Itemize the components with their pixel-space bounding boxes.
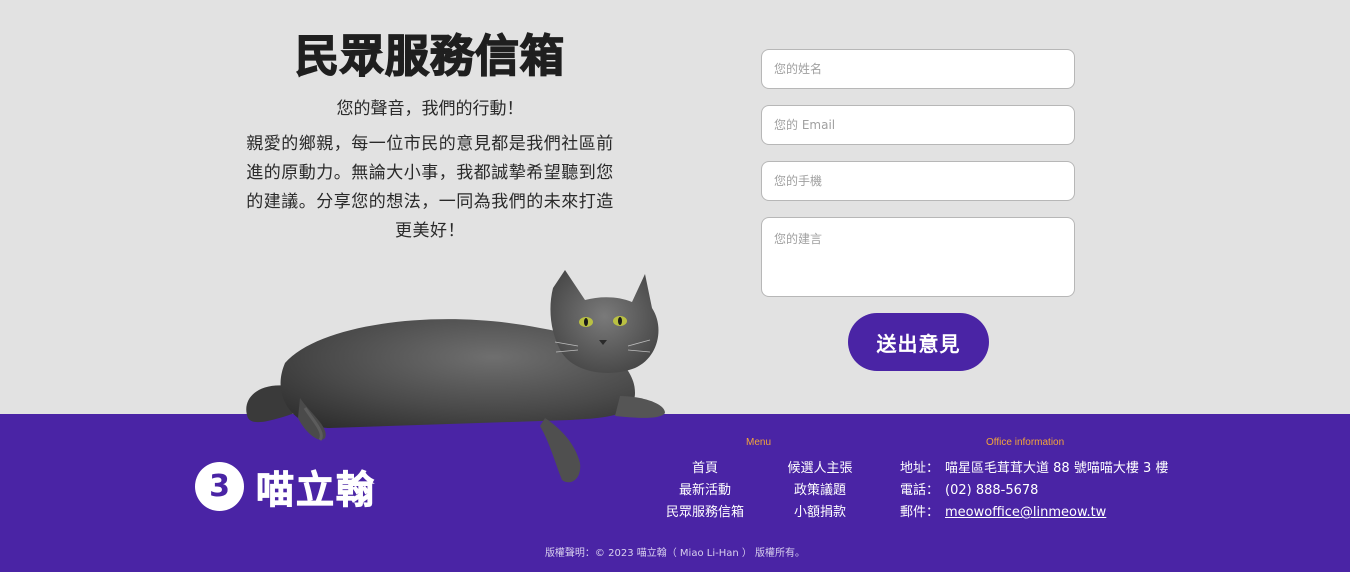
intro-body: 親愛的鄉親，每一位市民的意見都是我們社區前進的原動力。無論大小事，我都誠摯希望聽… [246, 134, 614, 241]
phone-value: (02) 888-5678 [945, 483, 1039, 498]
office-info: 地址： 喵星區毛茸茸大道 88 號喵喵大樓 3 樓 電話： (02) 888-567… [900, 458, 1168, 524]
cat-illustration [246, 270, 665, 483]
intro-block: 民眾服務信箱 您的聲音，我們的行動！ 親愛的鄉親，每一位市民的意見都是我們社區前… [245, 30, 615, 246]
phone-label: 電話： [900, 483, 940, 498]
submit-button[interactable]: 送出意見 [848, 313, 989, 371]
site-footer: 3 喵立翰 Menu 首頁 最新活動 民眾服務信箱 候選人主張 政策議題 小額捐… [0, 414, 1350, 572]
suggestion-field[interactable] [761, 217, 1075, 297]
logo-number-badge: 3 [195, 462, 244, 511]
email-field[interactable] [761, 105, 1075, 145]
menu-item-donation[interactable]: 小額捐款 [770, 502, 870, 524]
name-field[interactable] [761, 49, 1075, 89]
feedback-form: 送出意見 [761, 49, 1075, 371]
menu-heading: Menu [746, 437, 772, 448]
page-title: 民眾服務信箱 [294, 30, 565, 83]
footer-menu-column-2: 候選人主張 政策議題 小額捐款 [770, 458, 870, 524]
footer-menu-column-1: 首頁 最新活動 民眾服務信箱 [655, 458, 755, 524]
office-email: 郵件： meowoffice@linmeow.tw [900, 502, 1168, 524]
address-label: 地址： [900, 461, 940, 476]
email-link[interactable]: meowoffice@linmeow.tw [945, 505, 1106, 520]
office-address: 地址： 喵星區毛茸茸大道 88 號喵喵大樓 3 樓 [900, 458, 1168, 480]
hero-section: 民眾服務信箱 您的聲音，我們的行動！ 親愛的鄉親，每一位市民的意見都是我們社區前… [0, 0, 1350, 414]
phone-field[interactable] [761, 161, 1075, 201]
copyright-text: 版權聲明：© 2023 喵立翰（ Miao Li-Han ） 版權所有。 [544, 548, 806, 559]
menu-item-policy-issues[interactable]: 政策議題 [770, 480, 870, 502]
email-label: 郵件： [900, 505, 940, 520]
menu-item-latest-events[interactable]: 最新活動 [655, 480, 755, 502]
menu-item-candidate-views[interactable]: 候選人主張 [770, 458, 870, 480]
menu-item-service-mailbox[interactable]: 民眾服務信箱 [655, 502, 755, 524]
intro-subtitle: 您的聲音，我們的行動！ [336, 99, 524, 119]
office-heading: Office information [986, 437, 1065, 448]
address-value: 喵星區毛茸茸大道 88 號喵喵大樓 3 樓 [945, 461, 1169, 476]
office-phone: 電話： (02) 888-5678 [900, 480, 1168, 502]
menu-item-home[interactable]: 首頁 [655, 458, 755, 480]
